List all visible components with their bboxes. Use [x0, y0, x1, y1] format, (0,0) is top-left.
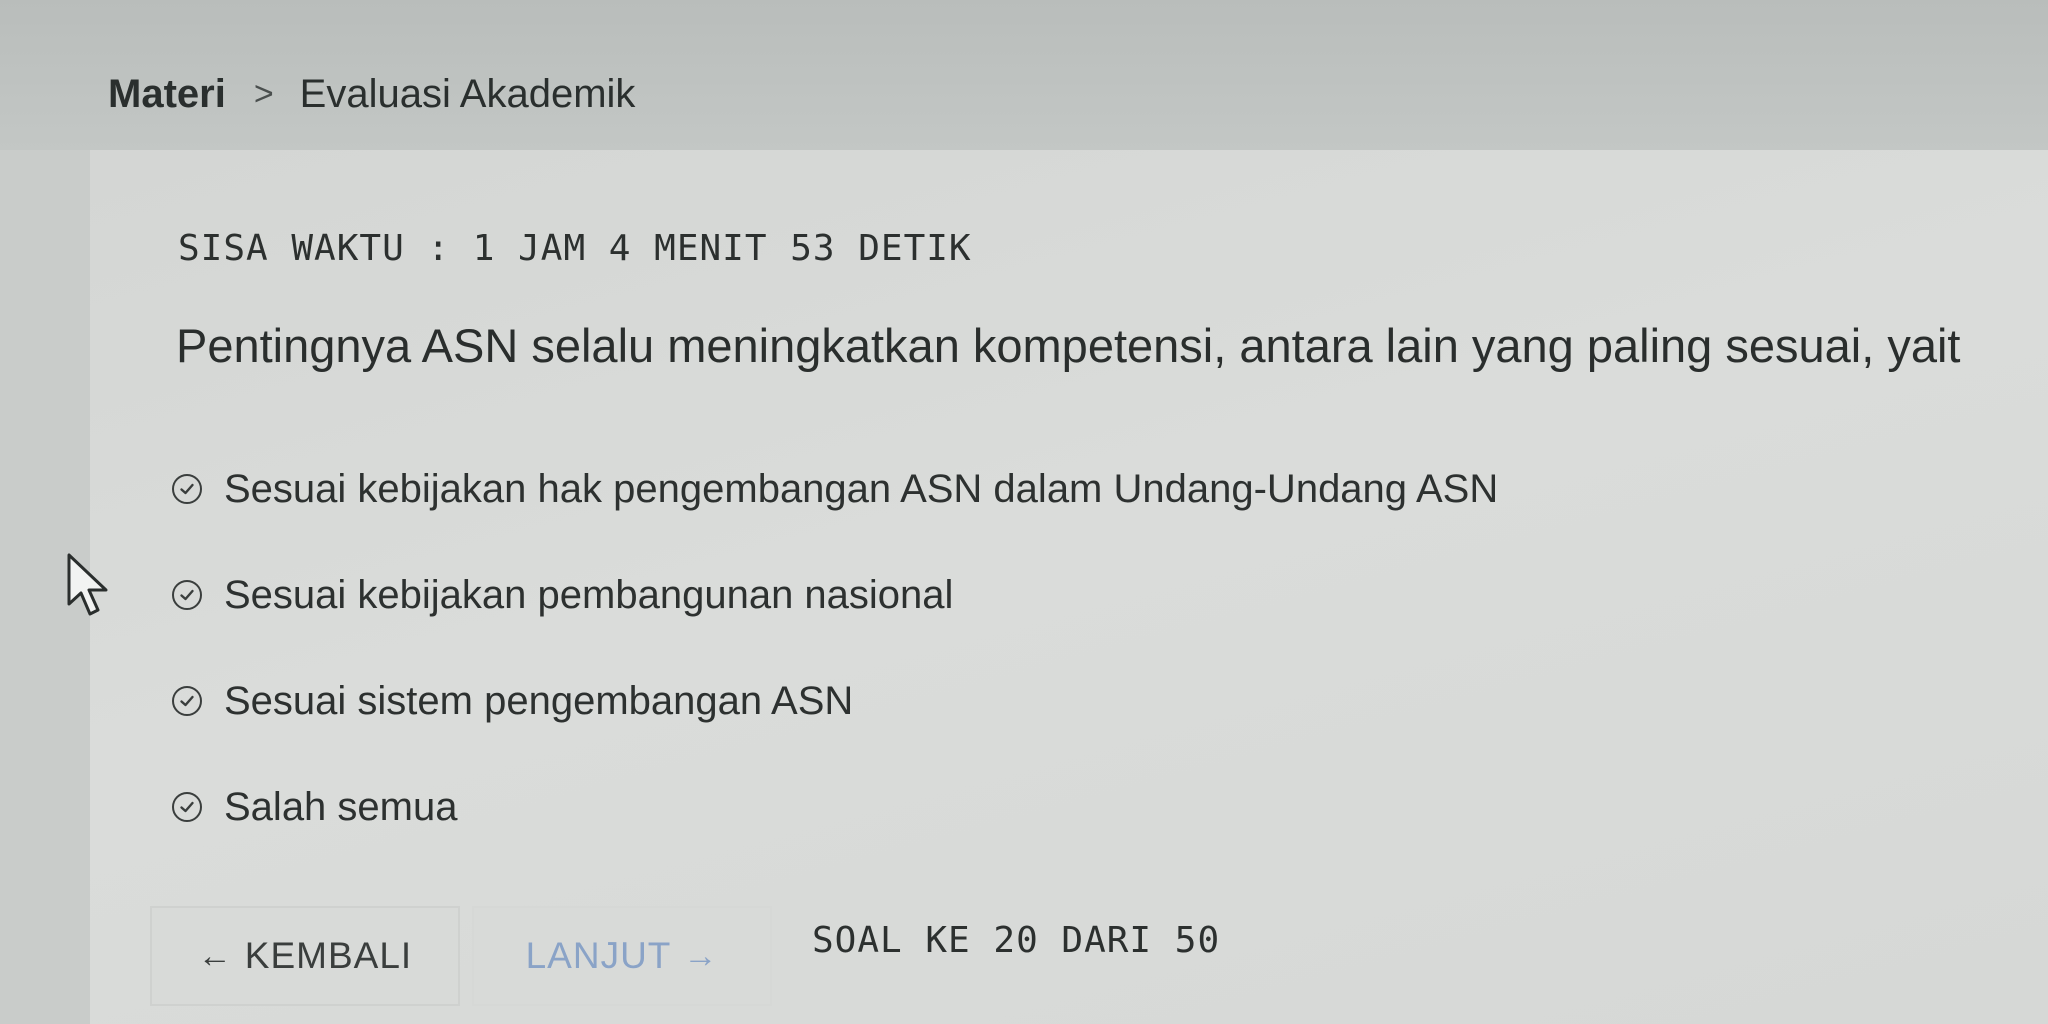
answer-options: Sesuai kebijakan hak pengembangan ASN da… [172, 436, 1498, 860]
next-button-label: LANJUT [525, 935, 672, 976]
answer-option-3[interactable]: Sesuai sistem pengembangan ASN [172, 648, 1498, 754]
next-button[interactable]: LANJUT → [472, 906, 772, 1006]
answer-option-2[interactable]: Sesuai kebijakan pembangunan nasional [172, 542, 1498, 648]
back-button[interactable]: ← KEMBALI [150, 906, 460, 1006]
check-circle-icon[interactable] [172, 474, 202, 504]
remaining-time: SISA WAKTU : 1 JAM 4 MENIT 53 DETIK [178, 228, 972, 269]
answer-option-label: Sesuai sistem pengembangan ASN [224, 678, 854, 723]
breadcrumb-separator-icon: > [253, 75, 274, 113]
answer-option-label: Sesuai kebijakan hak pengembangan ASN da… [224, 466, 1499, 511]
back-button-label: KEMBALI [244, 935, 413, 976]
arrow-right-icon: → [683, 936, 719, 975]
breadcrumb-root[interactable]: Materi [108, 72, 226, 117]
answer-option-label: Sesuai kebijakan pembangunan nasional [224, 572, 954, 617]
breadcrumb: Materi > Evaluasi Akademik [108, 72, 635, 117]
answer-option-1[interactable]: Sesuai kebijakan hak pengembangan ASN da… [172, 436, 1498, 542]
check-circle-icon[interactable] [172, 792, 202, 822]
answer-option-4[interactable]: Salah semua [172, 754, 1498, 860]
breadcrumb-current: Evaluasi Akademik [299, 72, 636, 116]
check-circle-icon[interactable] [172, 580, 202, 610]
question-text: Pentingnya ASN selalu meningkatkan kompe… [176, 319, 1961, 372]
arrow-left-icon: ← [197, 936, 233, 975]
answer-option-label: Salah semua [224, 784, 458, 829]
check-circle-icon[interactable] [172, 686, 202, 716]
mouse-pointer-icon [67, 553, 108, 616]
question-counter: SOAL KE 20 DARI 50 [812, 920, 1221, 961]
